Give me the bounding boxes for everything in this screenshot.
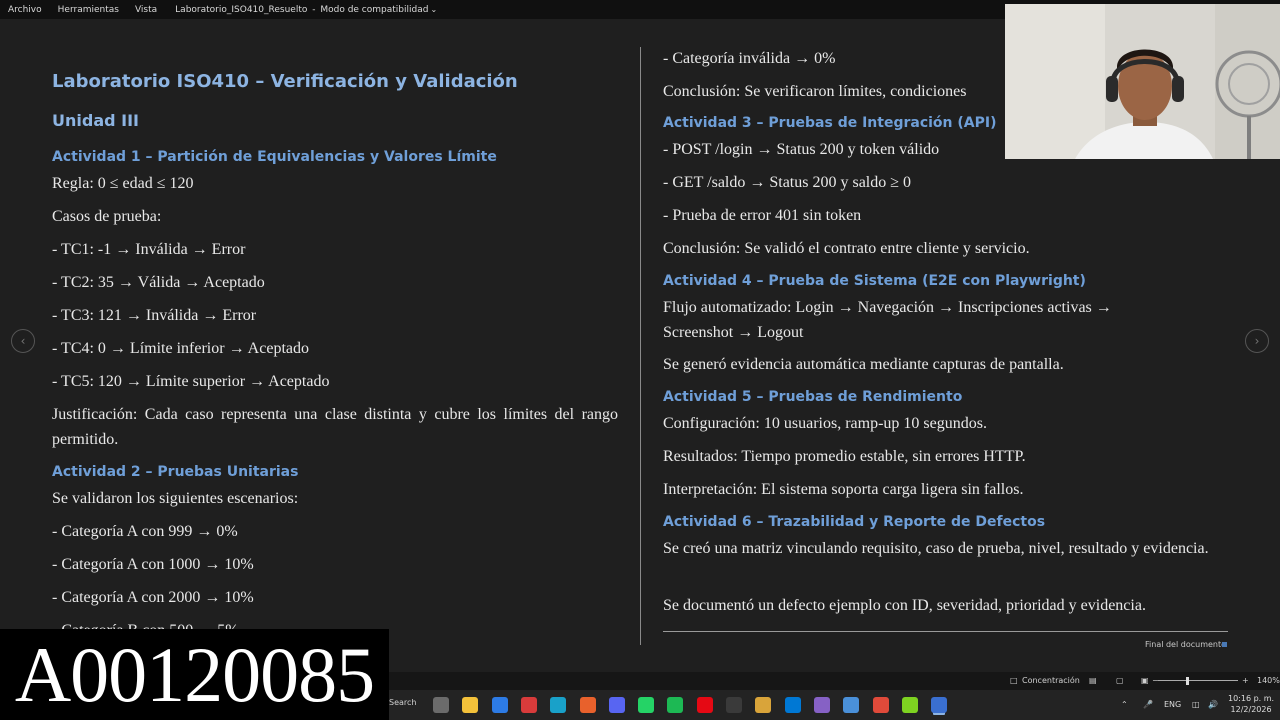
visual-studio-icon[interactable] <box>813 697 830 713</box>
activity-1-heading: Actividad 1 – Partición de Equivalencias… <box>52 149 497 165</box>
print-layout-icon[interactable]: ▢ <box>1116 676 1124 685</box>
end-of-document-line <box>663 631 1228 632</box>
taskbar-search[interactable]: Search <box>389 698 416 707</box>
status-bar: □ Concentración ▤ ▢ ▣ − + 140% <box>389 672 1280 690</box>
justification-text: Justificación: Cada caso representa una … <box>52 406 618 448</box>
activity-2-intro: Se validaron los siguientes escenarios: <box>52 490 299 507</box>
document-title-dropdown[interactable]: Laboratorio_ISO410_Resuelto - Modo de co… <box>165 5 445 15</box>
focus-icon[interactable]: □ <box>1010 676 1018 685</box>
notes-app-icon[interactable] <box>755 697 772 713</box>
epic-games-icon[interactable] <box>726 697 742 713</box>
scenario-2: - Categoría A con 1000 → 10% <box>52 556 254 573</box>
compat-mode: Modo de compatibilidad <box>320 4 429 15</box>
column-divider <box>640 47 641 645</box>
volume-icon[interactable]: 🔊 <box>1208 700 1218 709</box>
activity-4-heading: Actividad 4 – Prueba de Sistema (E2E con… <box>663 273 1086 289</box>
edge-browser-icon[interactable] <box>491 697 508 713</box>
activity-3-heading: Actividad 3 – Pruebas de Integración (AP… <box>663 115 997 131</box>
zoom-slider-track[interactable] <box>1158 680 1238 681</box>
performance-config: Configuración: 10 usuarios, ramp-up 10 s… <box>663 415 987 432</box>
brave-browser-icon[interactable] <box>579 697 596 713</box>
webcam-image <box>1005 4 1280 159</box>
whatsapp-icon[interactable] <box>638 697 655 713</box>
performance-interpretation: Interpretación: El sistema soporta carga… <box>663 481 1024 498</box>
id-overlay: A00120085 <box>0 629 389 720</box>
left-column: Laboratorio ISO410 – Verificación y Vali… <box>52 19 622 630</box>
read-mode-icon[interactable]: ▤ <box>1089 676 1097 685</box>
zoom-in-button[interactable]: + <box>1242 676 1249 685</box>
invalid-category: - Categoría inválida → 0% <box>663 50 836 67</box>
next-page-arrow-icon[interactable]: › <box>1245 329 1269 353</box>
activity-6-heading: Actividad 6 – Trazabilidad y Reporte de … <box>663 514 1046 530</box>
activity-5-heading: Actividad 5 – Pruebas de Rendimiento <box>663 389 963 405</box>
test-case-3: - TC3: 121 → Inválida → Error <box>52 307 257 324</box>
test-case-2: - TC2: 35 → Válida → Aceptado <box>52 274 265 291</box>
document-title-heading: Laboratorio ISO410 – Verificación y Vali… <box>52 71 518 92</box>
microphone-icon[interactable]: 🎤 <box>1143 700 1153 709</box>
menu-archivo[interactable]: Archivo <box>0 5 50 15</box>
test-case-5: - TC5: 120 → Límite superior → Aceptado <box>52 373 330 390</box>
end-of-document-label: Final del documento <box>1145 640 1227 649</box>
file-explorer-icon[interactable] <box>462 697 479 713</box>
api-test-3: - Prueba de error 401 sin token <box>663 207 862 224</box>
edge-dev-icon[interactable] <box>550 697 567 713</box>
traceability-matrix-text: Se creó una matriz vinculando requisito,… <box>663 540 1209 557</box>
app-store-icon[interactable] <box>843 697 860 713</box>
webcam-video <box>1005 4 1280 159</box>
evidence-text: Se generó evidencia automática mediante … <box>663 356 1064 373</box>
opera-browser-icon[interactable] <box>520 697 537 713</box>
test-case-1: - TC1: -1 → Inválida → Error <box>52 241 246 258</box>
language-indicator[interactable]: ENG <box>1164 700 1181 709</box>
end-of-document-marker <box>1222 642 1227 647</box>
defect-report-text: Se documentó un defecto ejemplo con ID, … <box>663 597 1146 614</box>
rule-text: Regla: 0 ≤ edad ≤ 120 <box>52 175 194 192</box>
clock-date: 12/2/2026 <box>1230 705 1272 714</box>
scenario-1: - Categoría A con 999 → 0% <box>52 523 238 540</box>
netflix-icon[interactable] <box>696 697 713 713</box>
zoom-slider-thumb[interactable] <box>1186 677 1189 685</box>
scenario-3: - Categoría A con 2000 → 10% <box>52 589 254 606</box>
discord-icon[interactable] <box>608 697 625 713</box>
vscode-icon[interactable] <box>784 697 801 713</box>
notepad-icon[interactable] <box>901 697 918 713</box>
show-hidden-icons-icon[interactable]: ⌃ <box>1121 700 1128 709</box>
chrome-icon[interactable] <box>872 697 889 713</box>
previous-page-arrow-icon[interactable]: ‹ <box>11 329 35 353</box>
title-separator: - <box>309 4 319 15</box>
spotify-icon[interactable] <box>667 697 684 713</box>
performance-results: Resultados: Tiempo promedio estable, sin… <box>663 448 1026 465</box>
menu-herramientas[interactable]: Herramientas <box>50 5 127 15</box>
chevron-down-icon: ⌄ <box>430 4 438 14</box>
word-icon[interactable] <box>931 697 948 713</box>
network-icon[interactable]: ◫ <box>1192 700 1200 709</box>
focus-mode-button[interactable]: Concentración <box>1022 676 1080 685</box>
test-case-4: - TC4: 0 → Límite inferior → Aceptado <box>52 340 309 357</box>
api-test-1: - POST /login → Status 200 y token válid… <box>663 141 940 158</box>
cases-label: Casos de prueba: <box>52 208 162 225</box>
activity-2-heading: Actividad 2 – Pruebas Unitarias <box>52 464 299 480</box>
api-test-2: - GET /saldo → Status 200 y saldo ≥ 0 <box>663 174 912 191</box>
taskbar-clock[interactable]: 10:16 p. m. 12/2/2026 <box>1228 693 1274 715</box>
e2e-flow: Flujo automatizado: Login → Navegación →… <box>663 299 1112 341</box>
zoom-level[interactable]: 140% <box>1257 676 1280 685</box>
menu-vista[interactable]: Vista <box>127 5 165 15</box>
conclusion-2: Conclusión: Se verificaron límites, cond… <box>663 83 967 100</box>
document-title: Laboratorio_ISO410_Resuelto <box>175 4 308 15</box>
web-layout-icon[interactable]: ▣ <box>1141 676 1149 685</box>
task-view-icon[interactable] <box>433 697 449 713</box>
clock-time: 10:16 p. m. <box>1228 694 1275 703</box>
conclusion-3: Conclusión: Se validó el contrato entre … <box>663 240 1030 257</box>
unit-heading: Unidad III <box>52 111 139 130</box>
